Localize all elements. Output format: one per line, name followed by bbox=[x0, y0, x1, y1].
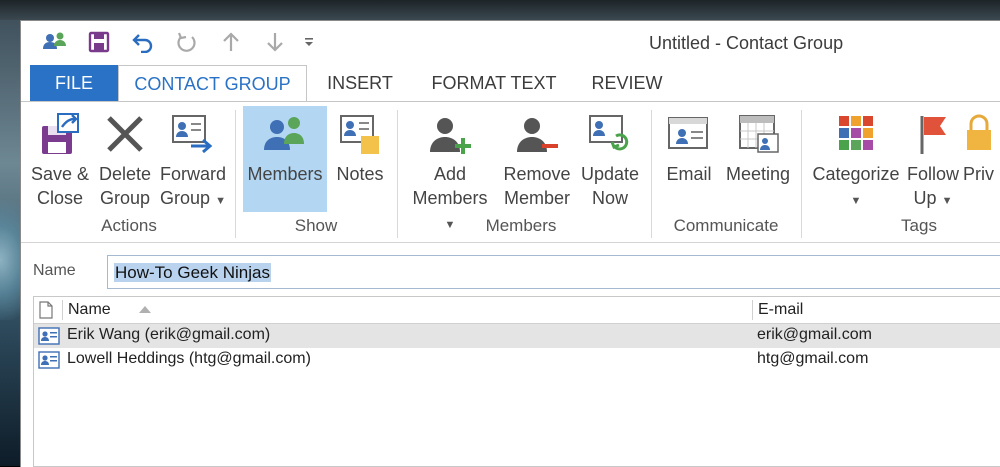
redo-icon[interactable] bbox=[165, 29, 209, 55]
members-list: Name E-mail Erik Wang (erik@gmail.com) e… bbox=[33, 296, 1000, 467]
group-label-show: Show bbox=[294, 216, 338, 235]
dropdown-arrow-icon: ▼ bbox=[941, 195, 953, 207]
sort-ascending-icon bbox=[138, 301, 152, 319]
group-label-members: Members bbox=[485, 216, 557, 235]
remove-member-button[interactable]: Remove Member bbox=[501, 106, 573, 210]
group-label-communicate: Communicate bbox=[673, 216, 779, 235]
flag-icon bbox=[905, 106, 961, 162]
column-header-name[interactable]: Name bbox=[68, 301, 111, 319]
group-name-input[interactable]: How-To Geek Ninjas bbox=[107, 255, 1000, 289]
categorize-button[interactable]: Categorize ▼ bbox=[809, 106, 903, 213]
window-title: Untitled - Contact Group bbox=[649, 33, 844, 53]
group-separator bbox=[235, 110, 236, 238]
dropdown-arrow-icon: ▼ bbox=[850, 195, 862, 207]
forward-group-button[interactable]: Forward Group ▼ bbox=[157, 106, 229, 213]
dropdown-arrow-icon: ▼ bbox=[215, 195, 226, 207]
remove-person-icon bbox=[501, 106, 573, 162]
member-email: erik@gmail.com bbox=[757, 326, 872, 343]
name-label: Name bbox=[33, 262, 76, 279]
save-close-icon bbox=[27, 106, 93, 162]
notes-button[interactable]: Notes bbox=[331, 106, 389, 186]
members-view-button[interactable]: Members bbox=[243, 106, 327, 212]
forward-card-icon bbox=[157, 106, 229, 162]
save-close-button[interactable]: Save & Close bbox=[27, 106, 93, 210]
member-email: htg@gmail.com bbox=[757, 350, 869, 367]
delete-group-button[interactable]: Delete Group bbox=[95, 106, 155, 210]
quick-access-toolbar bbox=[33, 29, 321, 55]
email-button[interactable]: Email bbox=[657, 106, 721, 186]
list-item[interactable]: Lowell Heddings (htg@gmail.com) htg@gmai… bbox=[34, 348, 1000, 372]
contact-group-window: Untitled - Contact Group FILE CONTACT GR… bbox=[20, 20, 1000, 467]
meeting-button[interactable]: Meeting bbox=[721, 106, 795, 186]
list-item[interactable]: Erik Wang (erik@gmail.com) erik@gmail.co… bbox=[34, 324, 1000, 348]
contact-group-app-icon[interactable] bbox=[33, 29, 77, 55]
member-name: Erik Wang (erik@gmail.com) bbox=[67, 326, 271, 343]
meeting-calendar-icon bbox=[721, 106, 795, 162]
contact-card-icon bbox=[38, 327, 60, 350]
tab-contact-group[interactable]: CONTACT GROUP bbox=[118, 65, 307, 102]
tab-insert[interactable]: INSERT bbox=[319, 65, 401, 101]
tab-review[interactable]: REVIEW bbox=[586, 65, 668, 101]
group-separator bbox=[651, 110, 652, 238]
list-header: Name E-mail bbox=[34, 297, 1000, 324]
dropdown-arrow-icon: ▼ bbox=[444, 219, 456, 231]
notes-icon bbox=[331, 106, 389, 162]
group-separator bbox=[397, 110, 398, 238]
categorize-grid-icon bbox=[809, 106, 903, 162]
tab-file[interactable]: FILE bbox=[30, 65, 118, 101]
members-icon bbox=[243, 106, 327, 162]
tab-format-text[interactable]: FORMAT TEXT bbox=[421, 65, 567, 101]
group-separator bbox=[801, 110, 802, 238]
update-refresh-icon bbox=[577, 106, 643, 162]
window-frame bbox=[0, 0, 1000, 20]
down-arrow-icon[interactable] bbox=[253, 29, 297, 55]
lock-icon bbox=[963, 106, 1000, 162]
private-button[interactable]: Priv bbox=[963, 106, 1000, 186]
update-now-button[interactable]: Update Now bbox=[577, 106, 643, 210]
add-person-icon bbox=[405, 106, 495, 162]
undo-icon[interactable] bbox=[121, 29, 165, 55]
ribbon: Save & Close Delete Group Forward Group … bbox=[21, 101, 1000, 243]
contact-card-icon bbox=[38, 351, 60, 374]
up-arrow-icon[interactable] bbox=[209, 29, 253, 55]
member-name: Lowell Heddings (htg@gmail.com) bbox=[67, 350, 311, 367]
follow-up-button[interactable]: Follow Up ▼ bbox=[905, 106, 961, 213]
item-type-column-icon[interactable] bbox=[38, 301, 54, 324]
group-label-actions: Actions bbox=[101, 216, 157, 235]
group-name-value: How-To Geek Ninjas bbox=[114, 263, 271, 282]
group-label-tags: Tags bbox=[901, 216, 937, 235]
delete-x-icon bbox=[95, 106, 155, 162]
customize-toolbar-icon[interactable] bbox=[297, 29, 321, 55]
save-icon[interactable] bbox=[77, 29, 121, 55]
email-card-icon bbox=[657, 106, 721, 162]
ribbon-tabs: FILE CONTACT GROUP INSERT FORMAT TEXT RE… bbox=[21, 65, 1000, 102]
title-bar: Untitled - Contact Group bbox=[21, 21, 1000, 63]
column-header-email[interactable]: E-mail bbox=[758, 301, 803, 319]
